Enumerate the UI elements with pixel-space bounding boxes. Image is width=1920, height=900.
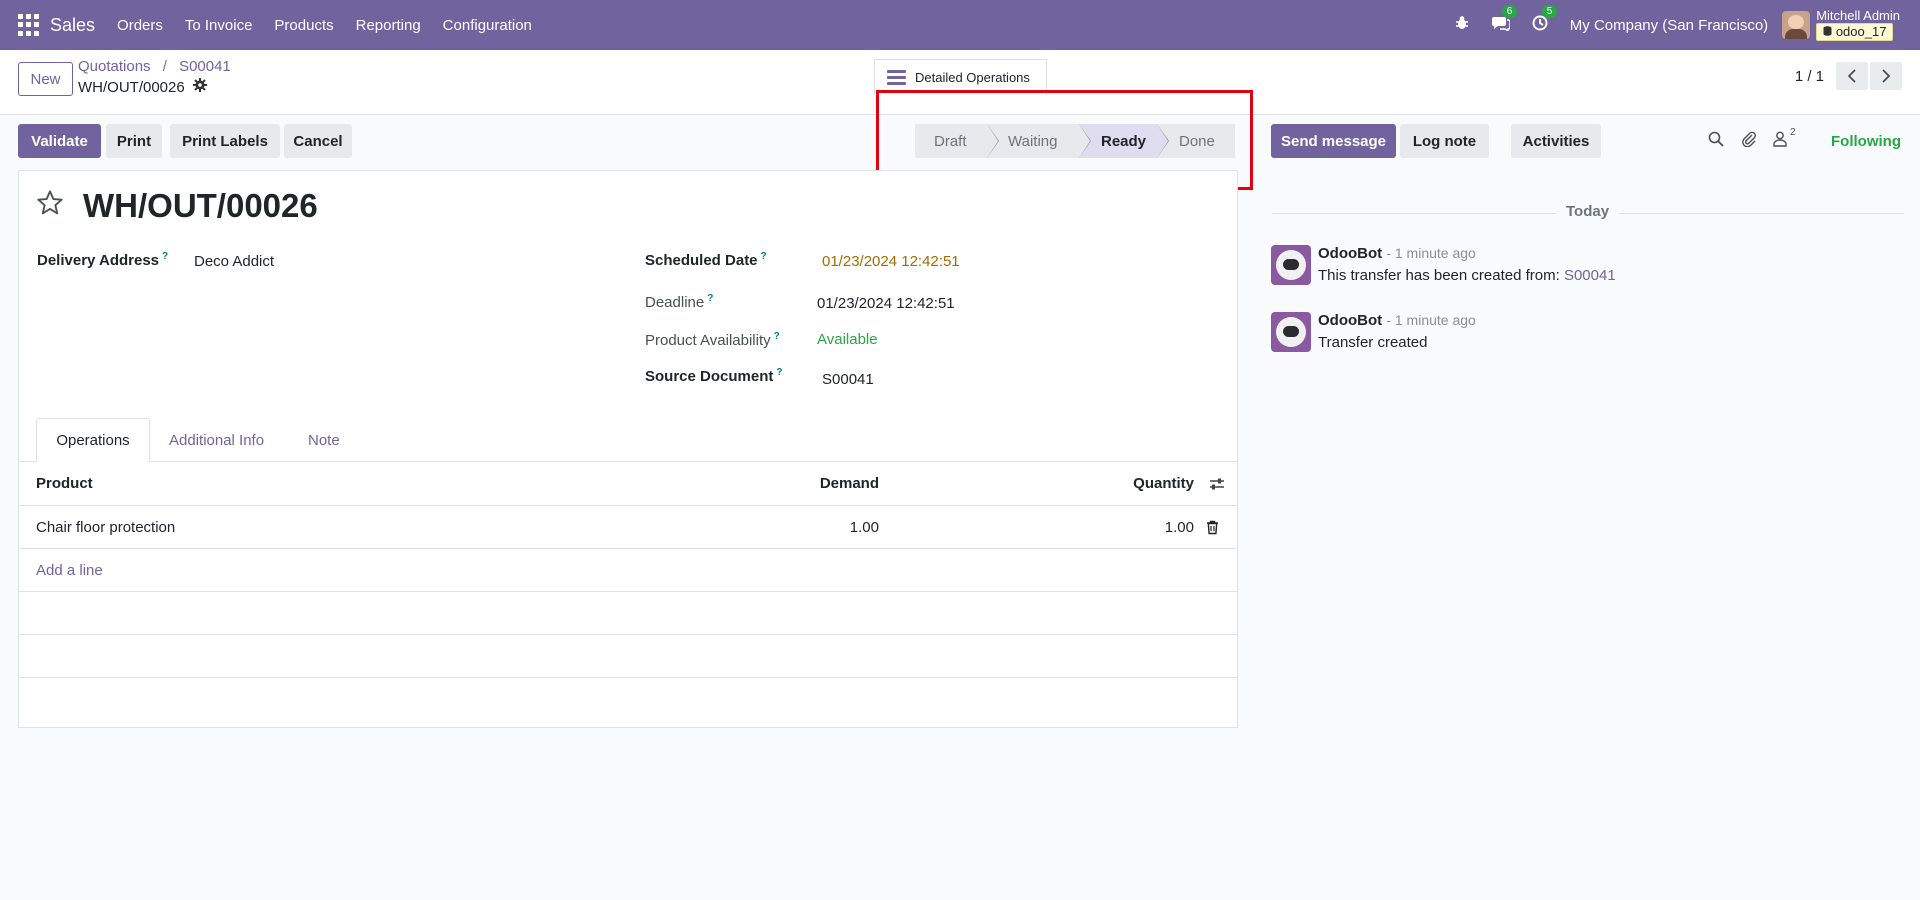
help-tooltip: ? [707,293,714,304]
apps-menu-icon[interactable] [18,14,40,36]
optional-columns-icon[interactable] [1209,462,1225,505]
odoobot-avatar[interactable] [1271,312,1311,352]
help-tooltip: ? [162,251,169,262]
gear-icon[interactable] [192,78,207,96]
menu-configuration[interactable]: Configuration [443,17,532,34]
notebook-tabs: Operations Additional Info Note [19,418,1237,463]
hamburger-icon [887,67,906,88]
breadcrumb-quotations[interactable]: Quotations [78,58,151,75]
message-body: This transfer has been created from: S00… [1318,267,1616,284]
breadcrumb-order[interactable]: S00041 [179,58,231,75]
activities-badge: 5 [1541,4,1558,18]
odoobot-avatar[interactable] [1271,245,1311,285]
delivery-address-label: Delivery Address? [37,251,169,269]
row-quantity[interactable]: 1.00 [1019,506,1194,548]
detailed-operations-label: Detailed Operations [915,69,1030,85]
message-author: OdooBot - 1 minute ago [1318,245,1476,262]
table-row-empty [19,635,1237,678]
table-row: Add a line [19,549,1237,592]
source-order-link[interactable]: S00041 [1564,267,1616,284]
deadline-label: Deadline? [645,293,714,311]
pager-next-button[interactable] [1870,62,1902,90]
record-title: WH/OUT/00026 [83,187,318,224]
column-header-demand[interactable]: Demand [719,462,879,505]
menu-products[interactable]: Products [274,17,333,34]
message-time: - 1 minute ago [1386,312,1476,328]
delivery-address-field[interactable]: Deco Addict [194,253,274,270]
source-document-label: Source Document? [645,367,783,385]
date-divider-label: Today [1556,203,1620,220]
chevron-left-icon [1847,69,1856,83]
activities-button[interactable]: Activities [1511,124,1601,158]
table-row-empty [19,678,1237,721]
print-labels-button[interactable]: Print Labels [170,124,280,158]
operations-table: Product Demand Quantity Chair floor prot… [19,462,1237,721]
database-icon [1823,26,1832,36]
breadcrumb-separator: / [162,58,167,75]
user-name: Mitchell Admin [1816,8,1900,23]
following-button[interactable]: Following [1831,133,1901,150]
source-document-field[interactable]: S00041 [822,371,874,388]
scheduled-date-field[interactable]: 01/23/2024 12:42:51 [822,253,960,270]
table-row-empty [19,592,1237,635]
validate-button[interactable]: Validate [18,124,101,158]
table-row[interactable]: Chair floor protection 1.00 1.00 [19,506,1237,549]
column-header-quantity[interactable]: Quantity [1019,462,1194,505]
scheduled-date-label: Scheduled Date? [645,251,767,269]
deadline-field: 01/23/2024 12:42:51 [817,295,955,312]
add-line-link[interactable]: Add a line [36,549,103,591]
tab-additional-info[interactable]: Additional Info [169,418,264,463]
chevron-right-icon [1882,69,1891,83]
top-navbar: Sales Orders To Invoice Products Reporti… [0,0,1920,50]
company-switcher[interactable]: My Company (San Francisco) [1570,17,1768,34]
column-header-product[interactable]: Product [36,462,93,505]
search-icon[interactable] [1708,131,1724,152]
menu-orders[interactable]: Orders [117,17,163,34]
messages-badge: 6 [1501,4,1518,18]
app-name[interactable]: Sales [50,15,95,36]
current-record: WH/OUT/00026 [78,78,207,96]
trash-icon[interactable] [1206,506,1219,548]
form-sheet: WH/OUT/00026 Delivery Address? Deco Addi… [18,170,1238,728]
log-note-button[interactable]: Log note [1400,124,1489,158]
row-demand: 1.00 [849,518,879,536]
record-name: WH/OUT/00026 [78,78,185,96]
row-product[interactable]: Chair floor protection [36,506,175,548]
database-tag: odoo_17 [1816,23,1894,41]
message-time: - 1 minute ago [1386,245,1476,261]
product-availability-label: Product Availability? [645,331,780,349]
print-button[interactable]: Print [106,124,162,158]
table-header: Product Demand Quantity [19,462,1237,506]
menu-to-invoice[interactable]: To Invoice [185,17,253,34]
message-author: OdooBot - 1 minute ago [1318,312,1476,329]
help-tooltip: ? [776,367,783,378]
cancel-button[interactable]: Cancel [284,124,352,158]
product-availability-value: Available [817,331,878,348]
user-avatar[interactable] [1782,11,1811,39]
breadcrumb: Quotations / S00041 [78,58,231,75]
followers-count: 2 [1790,127,1796,138]
messages-icon[interactable]: 6 [1491,4,1518,36]
menu-reporting[interactable]: Reporting [356,17,421,34]
tab-note[interactable]: Note [308,418,340,463]
user-menu[interactable]: Mitchell Admin odoo_17 [1816,9,1900,41]
help-tooltip: ? [760,251,767,262]
paperclip-icon[interactable] [1741,131,1757,152]
send-message-button[interactable]: Send message [1271,124,1396,158]
tab-operations[interactable]: Operations [36,418,150,463]
activities-clock-icon[interactable]: 5 [1532,4,1558,36]
followers-icon[interactable]: 2 [1773,127,1796,152]
pager-value[interactable]: 1 / 1 [1795,68,1824,85]
bug-icon[interactable] [1454,15,1470,36]
detailed-operations-button[interactable]: Detailed Operations [874,59,1047,94]
star-icon[interactable] [36,189,64,224]
help-tooltip: ? [773,331,780,342]
new-button[interactable]: New [18,62,73,96]
message-body: Transfer created [1318,334,1428,351]
pager-previous-button[interactable] [1836,62,1868,90]
pager: 1 / 1 [1795,62,1920,90]
